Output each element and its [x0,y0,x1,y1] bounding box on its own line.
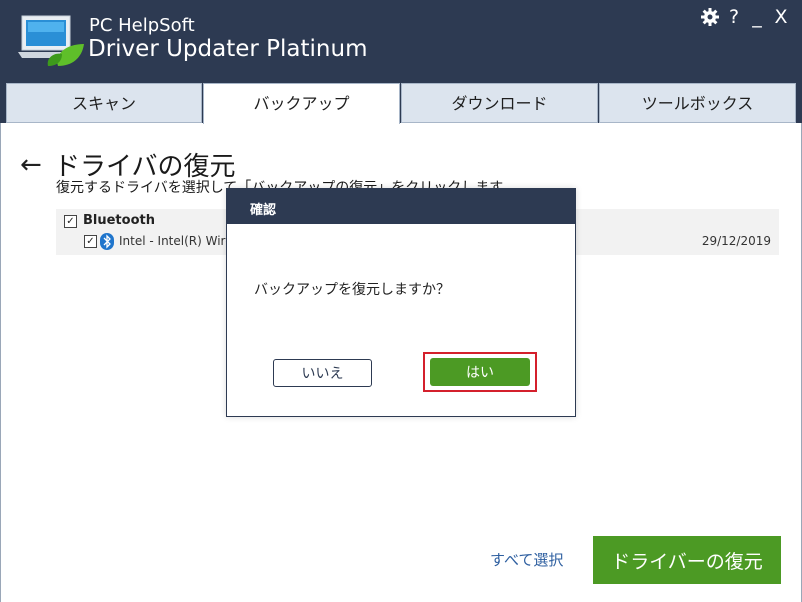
back-arrow-icon[interactable]: ← [20,150,42,180]
brand-company: PC HelpSoft [89,15,195,36]
tab-toolbox[interactable]: ツールボックス [599,83,796,123]
window-controls: ? _ X [700,6,790,28]
driver-checkbox[interactable]: ✓ [84,235,97,248]
left-border [0,123,6,602]
minimize-icon[interactable]: _ [748,6,766,28]
dialog-message: バックアップを復元しますか？ [254,282,450,298]
close-icon[interactable]: X [772,6,790,28]
right-border [798,123,802,602]
category-label: Bluetooth [83,213,155,228]
tab-backup[interactable]: バックアップ [203,83,400,124]
no-button[interactable]: いいえ [273,359,372,387]
dialog-title-bar: 確認 [227,189,575,224]
help-icon[interactable]: ? [726,6,742,28]
select-all-link[interactable]: すべて選択 [490,549,563,570]
gear-icon[interactable] [700,7,720,27]
tab-bar: スキャン バックアップ ダウンロード ツールボックス [0,83,802,124]
bluetooth-icon [100,233,114,250]
brand-product: Driver Updater Platinum [88,36,368,62]
driver-date: 29/12/2019 [701,234,771,248]
title-bar: PC HelpSoft Driver Updater Platinum ? _ … [0,0,802,83]
confirm-dialog: 確認 バックアップを復元しますか？ いいえ はい [226,188,576,417]
yes-button[interactable]: はい [430,358,530,386]
dialog-title: 確認 [250,203,277,218]
tab-download[interactable]: ダウンロード [401,83,598,123]
category-checkbox[interactable]: ✓ [64,215,77,228]
laptop-leaf-logo [18,15,84,66]
restore-drivers-button[interactable]: ドライバーの復元 [593,536,781,584]
tab-scan[interactable]: スキャン [6,83,202,123]
